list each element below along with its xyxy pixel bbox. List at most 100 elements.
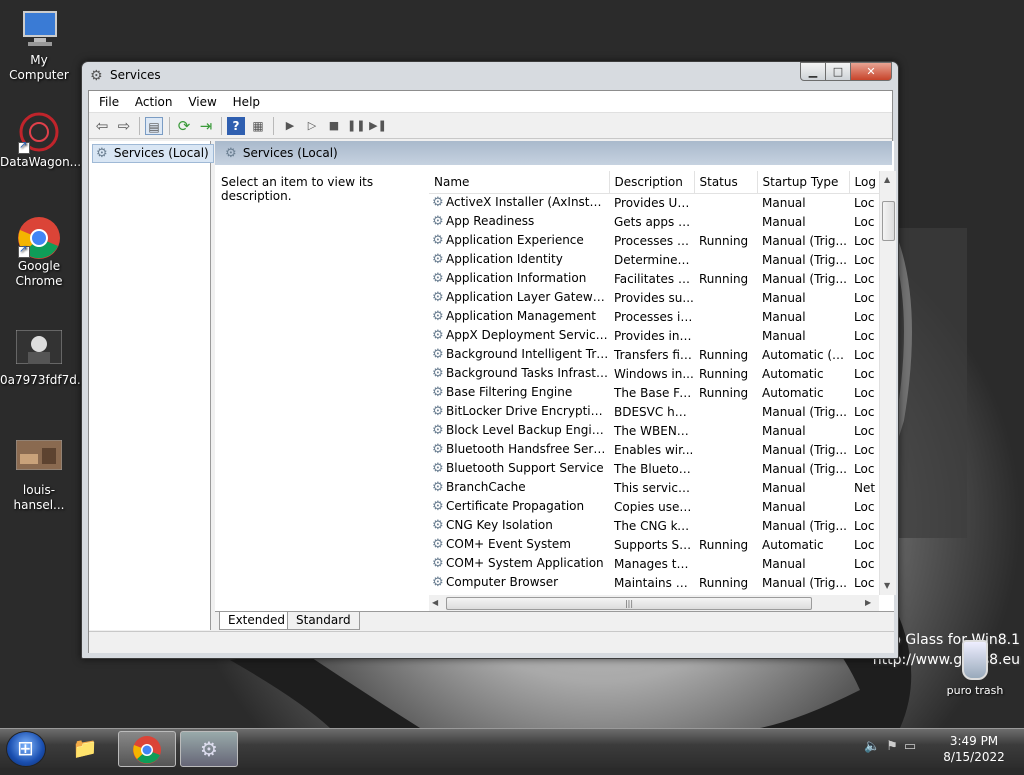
- scroll-left-icon[interactable]: ◀: [432, 598, 438, 607]
- scroll-right-icon[interactable]: ▶: [865, 598, 871, 607]
- taskbar-services[interactable]: ⚙: [180, 731, 238, 767]
- column-header-status[interactable]: Status: [694, 171, 758, 194]
- menu-file[interactable]: File: [93, 91, 125, 113]
- clock-time: 3:49 PM: [949, 734, 999, 748]
- pause-service-icon[interactable]: ❚❚: [347, 117, 365, 135]
- window-titlebar[interactable]: ⚙ Services ▁ □ ✕: [82, 62, 898, 90]
- service-description: The CNG ke...: [614, 518, 694, 533]
- service-gear-icon: ⚙: [432, 328, 444, 343]
- service-row[interactable]: ⚙ Bluetooth Support Service The Bluetoo...…: [429, 459, 879, 478]
- service-log-on-as: Loc: [854, 442, 875, 457]
- menu-action[interactable]: Action: [129, 91, 179, 113]
- maximize-button[interactable]: □: [825, 62, 851, 81]
- service-log-on-as: Loc: [854, 195, 875, 210]
- service-row[interactable]: ⚙ App Readiness Gets apps re... Manual Loc: [429, 212, 879, 231]
- desktop-icon-my-computer[interactable]: My Computer: [0, 10, 78, 83]
- service-startup-type: Manual: [762, 480, 806, 495]
- help-icon[interactable]: ?: [227, 117, 245, 135]
- service-name-text: ActiveX Installer (AxInstSV): [446, 195, 609, 210]
- service-status: Running: [699, 385, 749, 400]
- menu-help[interactable]: Help: [227, 91, 266, 113]
- service-log-on-as: Loc: [854, 347, 875, 362]
- service-name: ⚙ Application Information: [429, 269, 609, 288]
- column-header-name[interactable]: Name: [429, 171, 610, 194]
- service-row[interactable]: ⚙ ActiveX Installer (AxInstSV) Provides Us…: [429, 193, 879, 212]
- service-row[interactable]: ⚙ BranchCache This service ... Manual Net: [429, 478, 879, 497]
- service-row[interactable]: ⚙ Certificate Propagation Copies user ... M…: [429, 497, 879, 516]
- service-startup-type: Manual: [762, 499, 806, 514]
- service-description: Provides Us...: [614, 195, 694, 210]
- desktop-icon-datawagon[interactable]: DataWagon...: [0, 112, 81, 170]
- forward-arrow-icon[interactable]: ⇨: [115, 117, 133, 135]
- service-log-on-as: Loc: [854, 252, 875, 267]
- tree-item-label: Services (Local): [113, 146, 209, 160]
- service-status: Running: [699, 233, 749, 248]
- action-center-icon[interactable]: ▭: [904, 739, 922, 754]
- taskbar-clock[interactable]: 3:49 PM 8/15/2022: [936, 733, 1012, 765]
- desktop-icon-trash[interactable]: puro trash: [940, 640, 1010, 697]
- service-row[interactable]: ⚙ Background Intelligent Tran... Transfers…: [429, 345, 879, 364]
- start-button[interactable]: [6, 731, 46, 767]
- export-list-icon[interactable]: ⇥: [197, 117, 215, 135]
- minimize-button[interactable]: ▁: [800, 62, 826, 81]
- close-button[interactable]: ✕: [850, 62, 892, 81]
- service-row[interactable]: ⚙ Application Identity Determines ... Manua…: [429, 250, 879, 269]
- service-gear-icon: ⚙: [432, 423, 444, 438]
- horizontal-scrollbar[interactable]: ◀ ||| ▶: [429, 595, 879, 612]
- show-hide-console-tree-icon[interactable]: ▤: [145, 117, 163, 135]
- volume-muted-icon[interactable]: 🔈: [864, 739, 886, 754]
- scroll-up-icon[interactable]: ▲: [884, 175, 890, 184]
- service-startup-type: Manual (Trig...: [762, 442, 847, 457]
- column-header-log-on-as[interactable]: Log: [849, 171, 879, 194]
- taskbar-google-chrome[interactable]: [118, 731, 176, 767]
- service-row[interactable]: ⚙ Background Tasks Infrastru... Windows in…: [429, 364, 879, 383]
- refresh-icon[interactable]: ⟳: [175, 117, 193, 135]
- service-row[interactable]: ⚙ Bluetooth Handsfree Service Enables wir.…: [429, 440, 879, 459]
- desktop-icon-photo-file[interactable]: louis-hansel...: [0, 439, 78, 513]
- column-header-description[interactable]: Description: [609, 171, 695, 194]
- service-startup-type: Manual (Trig...: [762, 233, 847, 248]
- properties-icon[interactable]: ▦: [249, 117, 267, 135]
- taskbar-file-explorer[interactable]: 📁: [56, 731, 114, 767]
- desktop-icon-google-chrome[interactable]: Google Chrome: [0, 216, 78, 289]
- service-startup-type: Manual: [762, 556, 806, 571]
- back-arrow-icon[interactable]: ⇦: [93, 117, 111, 135]
- network-error-icon[interactable]: ⚑: [886, 739, 904, 754]
- service-row[interactable]: ⚙ BitLocker Drive Encryption ... BDESVC ho…: [429, 402, 879, 421]
- service-row[interactable]: ⚙ Computer Browser Maintains a... Running Ma…: [429, 573, 879, 592]
- tree-item-services-local[interactable]: ⚙ Services (Local): [92, 144, 214, 163]
- service-row[interactable]: ⚙ COM+ Event System Supports Sy... Running A…: [429, 535, 879, 554]
- menu-view[interactable]: View: [182, 91, 222, 113]
- service-row[interactable]: ⚙ COM+ System Application Manages th... Man…: [429, 554, 879, 573]
- service-row[interactable]: ⚙ AppX Deployment Service (... Provides in…: [429, 326, 879, 345]
- service-gear-icon: ⚙: [432, 195, 444, 211]
- service-row[interactable]: ⚙ Base Filtering Engine The Base Fil... Run…: [429, 383, 879, 402]
- start-service-alt-icon[interactable]: ▷: [303, 117, 321, 135]
- desktop-icon-image-file[interactable]: 0a7973fdf7d...: [0, 329, 88, 388]
- toolbar: ⇦ ⇨ ▤ ⟳ ⇥ ? ▦ ▶ ▷ ■ ❚❚ ▶❚: [89, 113, 892, 139]
- tab-standard[interactable]: Standard: [287, 612, 360, 630]
- scroll-down-icon[interactable]: ▼: [884, 581, 890, 590]
- start-service-icon[interactable]: ▶: [281, 117, 299, 135]
- vertical-scrollbar[interactable]: ▲ ▼: [879, 171, 896, 595]
- vertical-scroll-thumb[interactable]: [882, 201, 895, 241]
- service-row[interactable]: ⚙ Application Layer Gateway ... Provides s…: [429, 288, 879, 307]
- restart-service-icon[interactable]: ▶❚: [369, 117, 387, 135]
- service-log-on-as: Loc: [854, 290, 875, 305]
- service-row[interactable]: ⚙ CNG Key Isolation The CNG ke... Manual (T…: [429, 516, 879, 535]
- service-gear-icon: ⚙: [432, 575, 444, 590]
- service-row[interactable]: ⚙ Application Management Processes in... Ma…: [429, 307, 879, 326]
- stop-service-icon[interactable]: ■: [325, 117, 343, 135]
- window-title: Services: [110, 68, 161, 82]
- column-header-startup-type[interactable]: Startup Type: [757, 171, 850, 194]
- service-log-on-as: Loc: [854, 575, 875, 590]
- service-startup-type: Manual (Trig...: [762, 404, 847, 419]
- tab-extended[interactable]: Extended: [219, 612, 294, 630]
- service-row[interactable]: ⚙ Block Level Backup Engine ... The WBENG.…: [429, 421, 879, 440]
- service-row[interactable]: ⚙ Application Experience Processes a... Run…: [429, 231, 879, 250]
- chrome-icon: [133, 736, 161, 764]
- horizontal-scroll-thumb[interactable]: |||: [446, 597, 812, 610]
- system-tray: 🔈⚑▭: [864, 739, 922, 754]
- service-gear-icon: ⚙: [432, 404, 444, 419]
- service-row[interactable]: ⚙ Application Information Facilitates t...…: [429, 269, 879, 288]
